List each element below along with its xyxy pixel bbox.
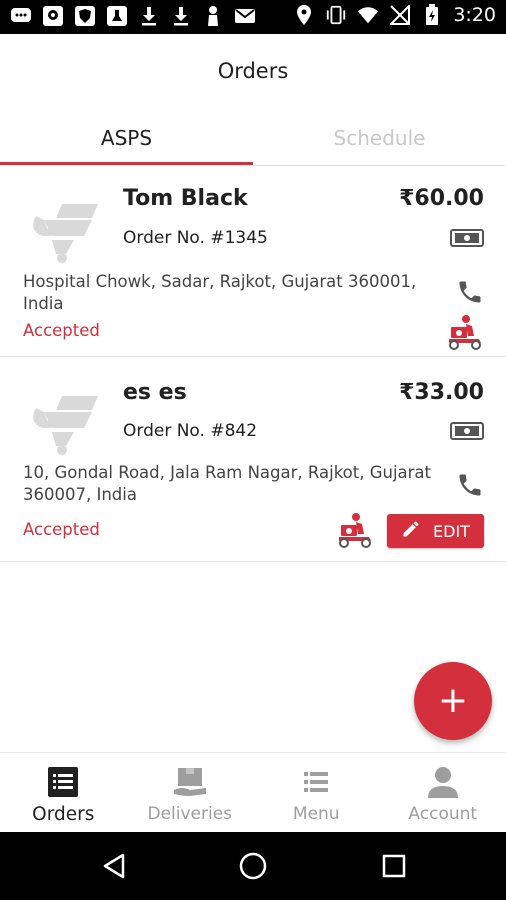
app-bar: Orders — [0, 34, 506, 110]
location-app-icon — [42, 5, 64, 27]
pencil-icon — [401, 519, 421, 543]
vibrate-icon — [325, 4, 347, 26]
tag-app-icon — [106, 5, 128, 27]
order-status: Accepted — [23, 520, 100, 539]
chat-icon — [10, 5, 32, 27]
home-icon[interactable] — [237, 850, 269, 882]
order-status: Accepted — [23, 321, 100, 340]
back-icon[interactable] — [98, 850, 130, 882]
menu-list-icon — [298, 764, 334, 800]
shield-app-icon — [74, 5, 96, 27]
delivery-address: 10, Gondal Road, Jala Ram Nagar, Rajkot,… — [23, 463, 432, 504]
nav-label: Account — [408, 804, 478, 824]
location-pin-icon — [293, 4, 315, 26]
restaurant-logo-icon — [22, 196, 100, 266]
tab-asps[interactable]: ASPS — [0, 110, 253, 165]
bottom-navigation: Orders Deliveries Menu Account — [0, 752, 506, 832]
page-title: Orders — [217, 59, 289, 83]
order-amount: ₹60.00 — [399, 186, 484, 211]
delivery-box-icon — [172, 764, 208, 800]
phone-icon[interactable] — [456, 471, 484, 499]
system-status-icons: 3:20 — [293, 4, 496, 26]
signal-icon — [389, 4, 411, 26]
tab-label: Schedule — [333, 125, 426, 150]
nav-menu[interactable]: Menu — [253, 753, 380, 832]
cash-payment-icon — [450, 229, 484, 247]
order-number: Order No. #842 — [123, 421, 258, 441]
download-icon — [170, 5, 192, 27]
order-number: Order No. #1345 — [123, 228, 268, 248]
system-navigation-bar — [0, 832, 506, 900]
status-bar: 3:20 — [0, 0, 506, 34]
nav-deliveries[interactable]: Deliveries — [127, 753, 254, 832]
mail-icon — [234, 5, 256, 27]
tab-schedule[interactable]: Schedule — [253, 110, 506, 165]
delivery-address: Hospital Chowk, Sadar, Rajkot, Gujarat 3… — [23, 272, 417, 313]
edit-order-button[interactable]: EDIT — [387, 514, 484, 548]
nav-label: Deliveries — [147, 804, 233, 824]
cash-payment-icon — [450, 422, 484, 440]
tab-bar: ASPS Schedule — [0, 110, 506, 165]
delivery-scooter-icon — [446, 314, 484, 350]
order-amount: ₹33.00 — [399, 380, 484, 405]
order-card[interactable]: Tom Black Order No. #1345 ₹60.00 Hospita… — [0, 166, 506, 357]
nav-label: Orders — [32, 804, 95, 825]
phone-icon[interactable] — [456, 278, 484, 306]
recents-icon[interactable] — [378, 850, 410, 882]
person-icon — [202, 5, 224, 27]
battery-icon — [421, 4, 443, 26]
edit-label: EDIT — [433, 521, 470, 541]
nav-orders[interactable]: Orders — [0, 753, 127, 832]
account-icon — [425, 764, 461, 800]
customer-name: es es — [123, 380, 187, 405]
orders-list-icon — [45, 764, 81, 800]
download-icon — [138, 5, 160, 27]
wifi-icon — [357, 4, 379, 26]
nav-account[interactable]: Account — [380, 753, 506, 832]
order-card[interactable]: es es Order No. #842 ₹33.00 10, Gondal R… — [0, 358, 506, 562]
add-order-button[interactable]: + — [414, 662, 492, 740]
customer-name: Tom Black — [123, 186, 248, 211]
nav-label: Menu — [292, 804, 340, 824]
plus-icon: + — [437, 680, 469, 721]
tab-label: ASPS — [100, 125, 153, 150]
tab-indicator — [0, 162, 253, 165]
notification-icons — [10, 5, 256, 27]
restaurant-logo-icon — [22, 388, 100, 458]
clock: 3:20 — [453, 4, 496, 26]
delivery-scooter-icon — [336, 512, 374, 548]
